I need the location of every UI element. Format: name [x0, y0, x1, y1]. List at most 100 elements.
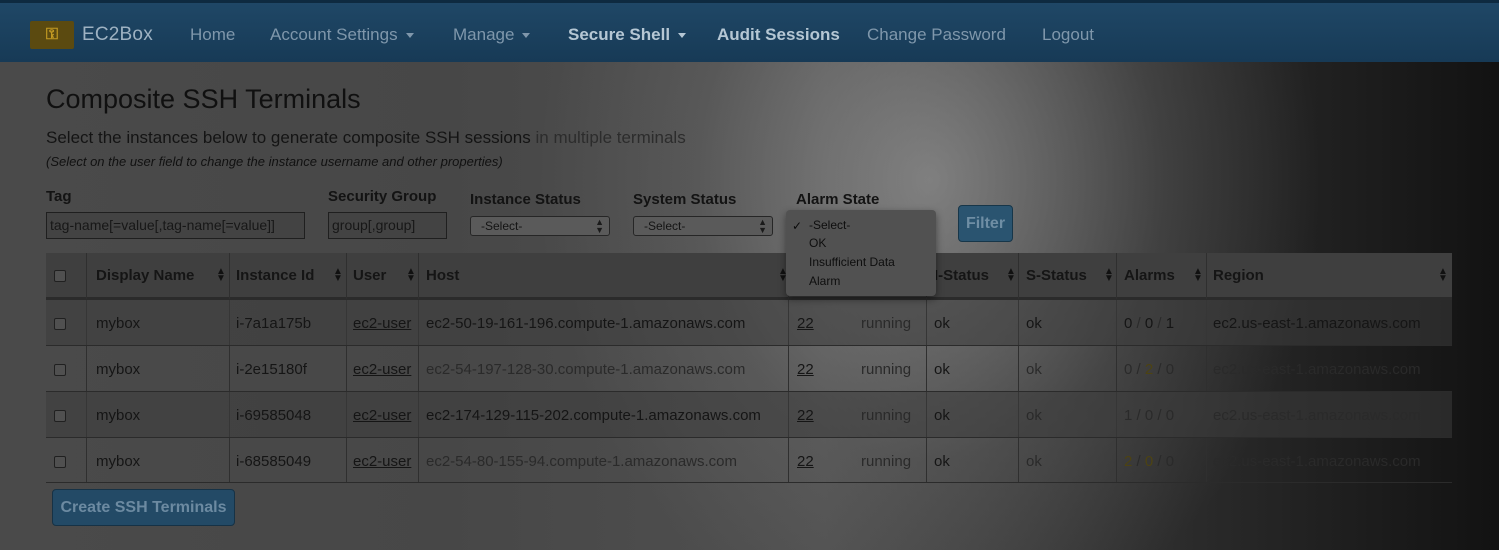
key-icon: ⚿ [30, 21, 74, 49]
table-header: Display Name ▲ ▼ Instance Id ▲ ▼ User ▲ ▼ H… [46, 253, 1452, 299]
i-status-cell: ok [934, 315, 950, 332]
table-row[interactable]: mybox i-68585049 ec2-user ec2-54-80-155-… [46, 437, 1452, 483]
col-i-status[interactable]: I-Status [934, 267, 989, 284]
brand-name: EC2Box [82, 24, 153, 45]
host-cell: ec2-54-80-155-94.compute-1.amazonaws.com [426, 453, 737, 470]
alarms-cell: 0 / 2 / 0 [1124, 361, 1175, 378]
nav-manage[interactable]: Manage [453, 25, 531, 45]
sort-icon[interactable]: ▲ ▼ [1193, 267, 1203, 284]
user-link[interactable]: ec2-user [353, 453, 411, 470]
row-checkbox[interactable] [54, 410, 66, 422]
display-name-cell: mybox [96, 453, 141, 470]
top-navbar: ⚿ EC2Box Home Account Settings Manage Se… [0, 0, 1499, 62]
chevron-down-icon [405, 33, 414, 39]
instance-status-select[interactable]: -Select- ▲ ▼ [470, 216, 610, 236]
alarm-state-dropdown: ✓ -Select- OK Insufficient Data Alarm [786, 210, 936, 296]
state-cell: running [861, 407, 912, 424]
col-s-status[interactable]: S-Status [1026, 267, 1087, 284]
i-status-cell: ok [934, 407, 950, 424]
alarm-option-alarm[interactable]: Alarm [809, 274, 840, 288]
display-name-cell: mybox [96, 315, 141, 332]
alarm-option-ok[interactable]: OK [809, 236, 826, 250]
user-link[interactable]: ec2-user [353, 407, 411, 424]
port-link[interactable]: 22 [797, 453, 814, 470]
create-ssh-terminals-button[interactable]: Create SSH Terminals [52, 489, 235, 526]
brand[interactable]: ⚿ EC2Box [30, 21, 153, 49]
port-link[interactable]: 22 [797, 361, 814, 378]
tag-label: Tag [46, 188, 72, 205]
col-instance-id[interactable]: Instance Id [236, 267, 314, 284]
tag-input[interactable]: tag-name[=value[,tag-name[=value]] [46, 212, 305, 239]
state-cell: running [861, 361, 912, 378]
sort-icon[interactable]: ▲ ▼ [1104, 267, 1114, 284]
col-alarms[interactable]: Alarms [1124, 267, 1175, 284]
col-display-name[interactable]: Display Name [96, 267, 194, 284]
instance-id-cell: i-69585048 [236, 407, 312, 424]
row-checkbox[interactable] [54, 364, 66, 376]
port-link[interactable]: 22 [797, 407, 814, 424]
sort-icon[interactable]: ▲ ▼ [333, 267, 343, 284]
host-cell: ec2-54-197-128-30.compute-1.amazonaws.co… [426, 361, 746, 378]
nav-change-password[interactable]: Change Password [867, 25, 1006, 45]
host-cell: ec2-174-129-115-202.compute-1.amazonaws.… [426, 407, 761, 424]
updown-arrows-icon: ▲ ▼ [758, 217, 767, 235]
security-group-label: Security Group [328, 188, 437, 205]
s-status-cell: ok [1026, 407, 1042, 424]
table-row[interactable]: mybox i-7a1a175b ec2-user ec2-50-19-161-… [46, 299, 1452, 345]
alarm-state-label: Alarm State [796, 191, 880, 208]
table-row[interactable]: mybox i-69585048 ec2-user ec2-174-129-11… [46, 391, 1452, 437]
nav-secure-shell[interactable]: Secure Shell [568, 25, 687, 45]
s-status-cell: ok [1026, 361, 1042, 378]
col-user[interactable]: User [353, 267, 386, 284]
display-name-cell: mybox [96, 407, 141, 424]
row-checkbox[interactable] [54, 318, 66, 330]
sort-icon[interactable]: ▲ ▼ [406, 267, 416, 284]
host-cell: ec2-50-19-161-196.compute-1.amazonaws.co… [426, 315, 746, 332]
state-cell: running [861, 315, 912, 332]
i-status-cell: ok [934, 453, 950, 470]
port-link[interactable]: 22 [797, 315, 814, 332]
instance-status-label: Instance Status [470, 191, 581, 208]
instance-id-cell: i-2e15180f [236, 361, 307, 378]
alarms-cell: 1 / 0 / 0 [1124, 407, 1175, 424]
s-status-cell: ok [1026, 453, 1042, 470]
alarm-option-insufficient-data[interactable]: Insufficient Data [809, 255, 895, 269]
sort-icon[interactable]: ▲ ▼ [1438, 267, 1448, 284]
instance-id-cell: i-68585049 [236, 453, 312, 470]
state-cell: running [861, 453, 912, 470]
system-status-label: System Status [633, 191, 737, 208]
nav-account-settings[interactable]: Account Settings [270, 25, 414, 45]
select-all-checkbox[interactable] [54, 270, 66, 282]
chevron-down-icon [522, 33, 531, 39]
filter-button[interactable]: Filter [958, 205, 1013, 242]
table-row[interactable]: mybox i-2e15180f ec2-user ec2-54-197-128… [46, 345, 1452, 391]
alarms-cell: 0 / 0 / 1 [1124, 315, 1175, 332]
sort-icon[interactable]: ▲ ▼ [216, 267, 226, 284]
alarm-option-select[interactable]: -Select- [809, 218, 850, 232]
region-cell: ec2.us-east-1.amazonaws.com [1213, 407, 1421, 424]
region-cell: ec2.us-east-1.amazonaws.com [1213, 361, 1421, 378]
instance-id-cell: i-7a1a175b [236, 315, 312, 332]
checkmark-icon: ✓ [792, 219, 803, 233]
region-cell: ec2.us-east-1.amazonaws.com [1213, 315, 1421, 332]
nav-home[interactable]: Home [190, 25, 235, 45]
user-link[interactable]: ec2-user [353, 361, 411, 378]
user-link[interactable]: ec2-user [353, 315, 411, 332]
region-cell: ec2.us-east-1.amazonaws.com [1213, 453, 1421, 470]
security-group-input[interactable]: group[,group] [328, 212, 447, 239]
nav-audit-sessions[interactable]: Audit Sessions [717, 25, 840, 45]
updown-arrows-icon: ▲ ▼ [595, 217, 604, 235]
page-subtitle: Select the instances below to generate c… [46, 128, 686, 147]
system-status-select[interactable]: -Select- ▲ ▼ [633, 216, 773, 236]
col-region[interactable]: Region [1213, 267, 1264, 284]
nav-logout[interactable]: Logout [1042, 25, 1094, 45]
s-status-cell: ok [1026, 315, 1042, 332]
col-host[interactable]: Host [426, 267, 459, 284]
alarms-cell: 2 / 0 / 0 [1124, 453, 1175, 470]
page-note: (Select on the user field to change the … [46, 154, 503, 169]
chevron-down-icon [678, 33, 687, 39]
row-checkbox[interactable] [54, 456, 66, 468]
i-status-cell: ok [934, 361, 950, 378]
page-title: Composite SSH Terminals [46, 84, 361, 114]
sort-icon[interactable]: ▲ ▼ [1006, 267, 1016, 284]
